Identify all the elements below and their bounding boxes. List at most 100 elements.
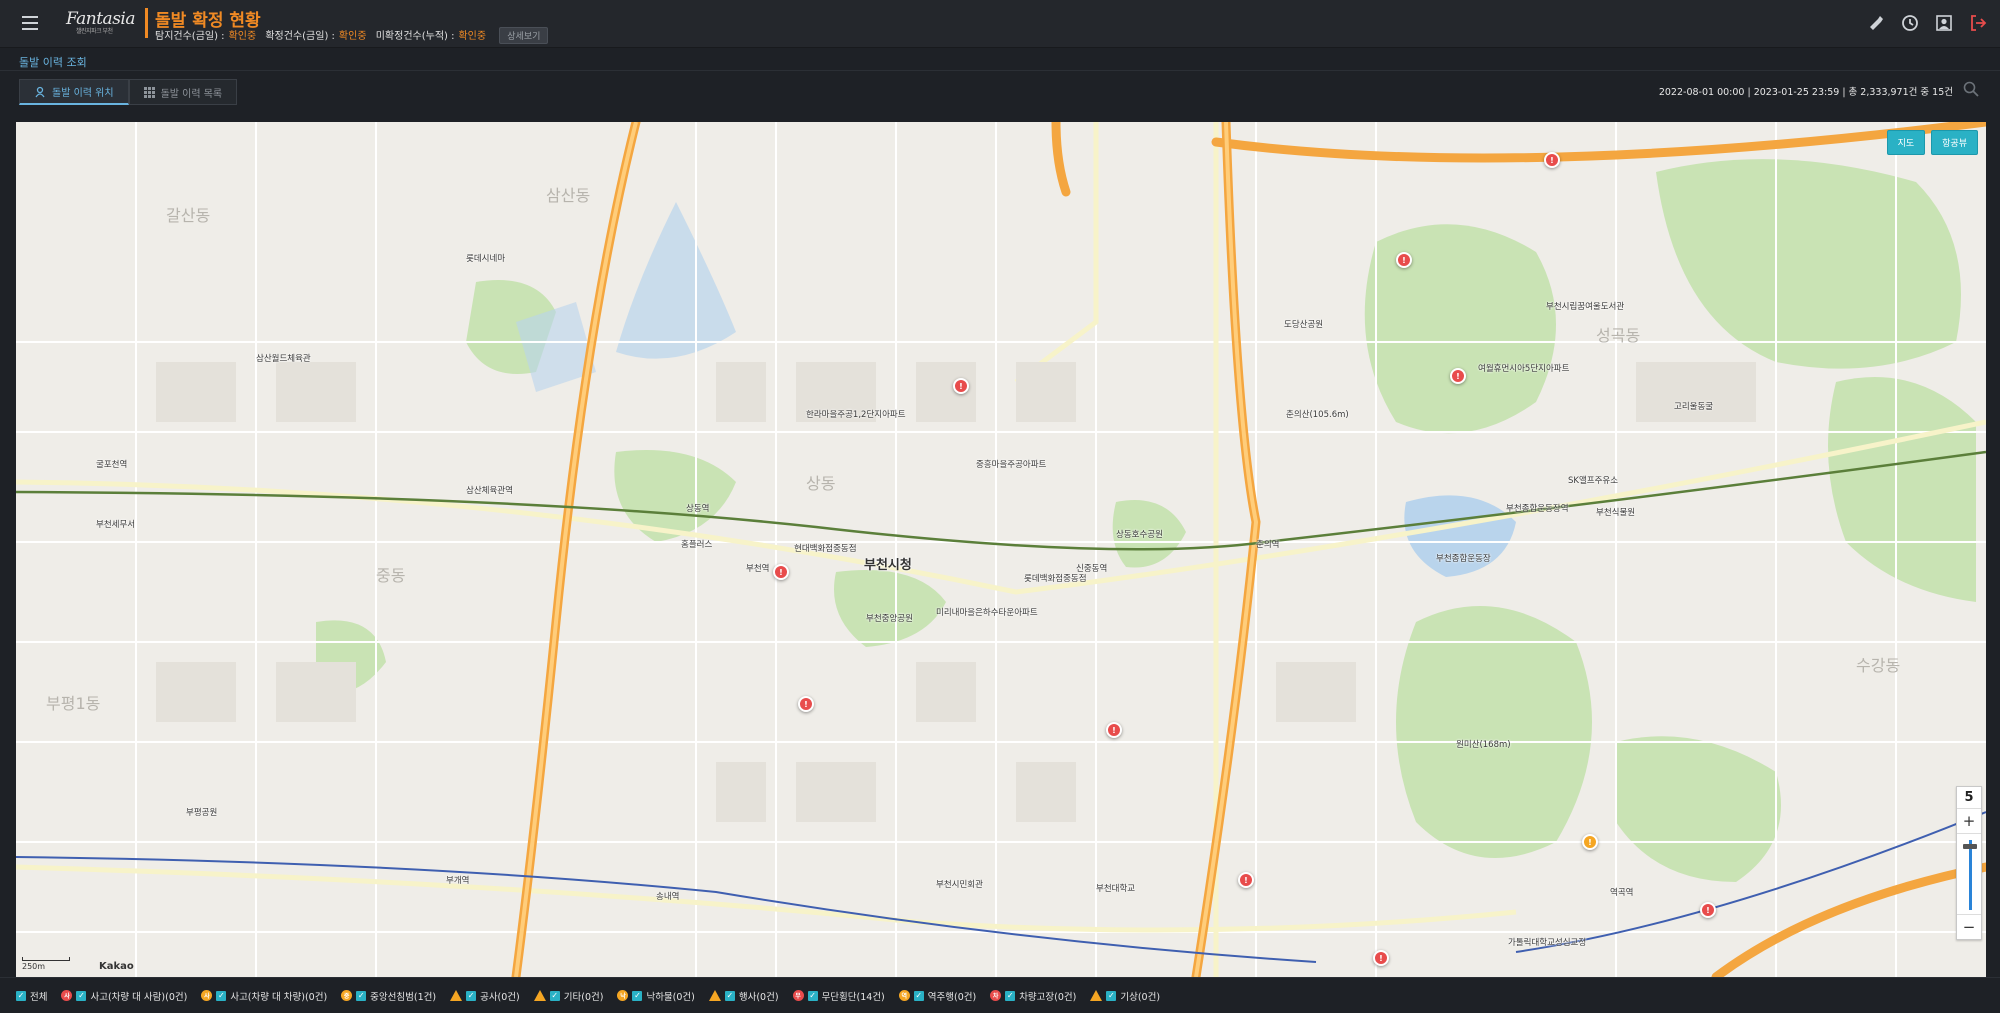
legend-item[interactable]: ✓ 기상(0건): [1090, 989, 1160, 1003]
legend-label: 기상(0건): [1120, 991, 1161, 1003]
stat-label: 탐지건수(금일) :: [155, 31, 225, 42]
checkbox-checked-icon[interactable]: ✓: [913, 990, 924, 1001]
checkbox-checked-icon[interactable]: ✓: [466, 990, 477, 1001]
legend-item[interactable]: 역 ✓ 역주행(0건): [898, 989, 977, 1003]
zoom-level: 5: [1957, 787, 1981, 809]
legend-label: 기타(0건): [563, 991, 604, 1003]
section-label: 돌발 이력 조회: [19, 56, 87, 69]
detail-button[interactable]: 상세보기: [499, 27, 549, 44]
legend-item[interactable]: 중 ✓ 중앙선침범(1건): [341, 989, 436, 1003]
tab-bar: 돌발 이력 위치 돌발 이력 목록: [19, 79, 238, 105]
jaywalking-icon: 무: [792, 990, 804, 1001]
logout-icon[interactable]: [1968, 13, 1988, 33]
map-label: 여월휴먼시아5단지아파트: [1478, 364, 1570, 374]
legend-item[interactable]: ✓ 공사(0건): [450, 989, 520, 1003]
map-view-button[interactable]: 지도: [1886, 130, 1926, 155]
checkbox-checked-icon[interactable]: ✓: [1005, 990, 1016, 1001]
legend-item[interactable]: ✓ 기타(0건): [533, 989, 604, 1003]
zoom-in-button[interactable]: +: [1957, 809, 1981, 833]
tab-location[interactable]: 돌발 이력 위치: [19, 79, 129, 105]
map-label: 부천역: [746, 564, 770, 574]
incident-marker-jaywalking[interactable]: !: [1396, 252, 1412, 268]
map-label: 도당산공원: [1284, 320, 1324, 330]
logo: Fantasia 챌린지파크 부천: [66, 9, 136, 41]
checkbox-checked-icon[interactable]: ✓: [632, 990, 643, 1001]
clock-icon[interactable]: [1900, 13, 1920, 33]
incident-marker-jaywalking[interactable]: !: [1373, 950, 1389, 966]
stats-row: 탐지건수(금일) : 확인중 확정건수(금일) : 확인중 미확정건수(누적) :확…: [155, 27, 549, 44]
map-label: 가톨릭대학교성심교정: [1508, 938, 1587, 948]
map-view[interactable]: 부천시청 부천역 송내역 부개역 부천종합운동장역 신중동역 춘의역 상동역 삼…: [16, 122, 1986, 977]
checkbox-checked-icon[interactable]: ✓: [16, 990, 26, 1001]
legend-item[interactable]: 사 ✓ 사고(차량 대 사람)(0건): [61, 989, 187, 1003]
incident-marker-jaywalking[interactable]: !: [953, 378, 969, 394]
legend-item-all[interactable]: ✓ 전체: [16, 989, 47, 1003]
user-icon[interactable]: [1934, 13, 1954, 33]
pin-icon[interactable]: [1866, 13, 1886, 33]
map-label: 상동역: [686, 504, 710, 514]
map-label: SK앨프주유소: [1568, 476, 1619, 486]
map-label: 춘의산(105.6m): [1286, 410, 1349, 420]
stat-value: 확인중: [228, 31, 257, 42]
legend-label: 공사(0건): [480, 991, 520, 1003]
accident-car-icon: 사: [201, 990, 213, 1001]
date-range-summary: 2022-08-01 00:00 | 2023-01-25 23:59 | 총 …: [1658, 87, 1953, 98]
zoom-out-button[interactable]: −: [1957, 915, 1981, 939]
grid-icon: [143, 86, 155, 98]
legend-label: 전체: [30, 991, 48, 1003]
event-icon: [708, 990, 721, 1001]
checkbox-checked-icon[interactable]: ✓: [216, 990, 227, 1001]
legend-item[interactable]: 차 ✓ 차량고장(0건): [990, 989, 1076, 1003]
map-label: 부천중앙공원: [866, 614, 913, 624]
incident-marker-jaywalking[interactable]: !: [1450, 368, 1466, 384]
district-label: 갈산동: [166, 206, 211, 225]
centerline-icon: 중: [341, 990, 353, 1001]
checkbox-checked-icon[interactable]: ✓: [549, 990, 560, 1001]
incident-marker-jaywalking[interactable]: !: [1544, 152, 1560, 168]
map-label: 미리내마을은하수타운아파트: [936, 608, 1038, 618]
map-label: 홈플러스: [681, 540, 713, 550]
tab-label: 돌발 이력 목록: [160, 88, 223, 100]
district-label: 중동: [376, 566, 406, 585]
legend-item[interactable]: ✓ 행사(0건): [708, 989, 779, 1003]
breakdown-icon: 차: [990, 990, 1002, 1001]
checkbox-checked-icon[interactable]: ✓: [724, 990, 735, 1001]
legend-label: 역주행(0건): [927, 991, 977, 1003]
map-label: 한라마을주공1,2단지아파트: [806, 410, 906, 420]
zoom-handle[interactable]: [1963, 844, 1977, 849]
map-attribution: Kakao: [99, 961, 134, 972]
incident-marker-jaywalking[interactable]: !: [773, 564, 789, 580]
checkbox-checked-icon[interactable]: ✓: [1106, 990, 1117, 1001]
tab-list[interactable]: 돌발 이력 목록: [128, 79, 238, 105]
map-label: 부개역: [446, 876, 470, 886]
scale-bar: 250m: [22, 957, 70, 971]
legend-label: 행사(0건): [738, 991, 779, 1003]
legend-item[interactable]: 낙 ✓ 낙하물(0건): [617, 989, 695, 1003]
incident-marker-centerline[interactable]: !: [1582, 834, 1598, 850]
top-icons: [1866, 13, 1988, 33]
legend-label: 사고(차량 대 차량)(0건): [230, 991, 328, 1003]
legend-item[interactable]: 무 ✓ 무단횡단(14건): [792, 989, 885, 1003]
incident-marker-jaywalking[interactable]: !: [1700, 902, 1716, 918]
district-label: 부평1동: [46, 694, 101, 713]
menu-icon[interactable]: [22, 16, 38, 30]
legend-label: 무단횡단(14건): [821, 991, 885, 1003]
satellite-view-button[interactable]: 항공뷰: [1931, 130, 1978, 155]
map-label: 원미산(168m): [1456, 740, 1511, 750]
checkbox-checked-icon[interactable]: ✓: [76, 990, 87, 1001]
checkbox-checked-icon[interactable]: ✓: [356, 990, 367, 1001]
location-person-icon: [35, 86, 45, 97]
weather-icon: [1090, 990, 1103, 1001]
search-icon[interactable]: [1962, 80, 1980, 98]
map-label: 삼산월드체육관: [256, 354, 311, 364]
stat-label: 미확정건수(누적) :: [375, 31, 455, 42]
top-bar: Fantasia 챌린지파크 부천 돌발 확정 현황 탐지건수(금일) : 확인중…: [0, 0, 2000, 48]
tab-label: 돌발 이력 위치: [52, 88, 114, 99]
district-label: 수강동: [1856, 656, 1901, 675]
zoom-slider[interactable]: [1957, 833, 1981, 915]
incident-marker-jaywalking[interactable]: !: [798, 696, 814, 712]
incident-marker-jaywalking[interactable]: !: [1106, 722, 1122, 738]
checkbox-checked-icon[interactable]: ✓: [807, 990, 818, 1001]
incident-marker-jaywalking[interactable]: !: [1238, 872, 1254, 888]
legend-item[interactable]: 사 ✓ 사고(차량 대 차량)(0건): [201, 989, 327, 1003]
